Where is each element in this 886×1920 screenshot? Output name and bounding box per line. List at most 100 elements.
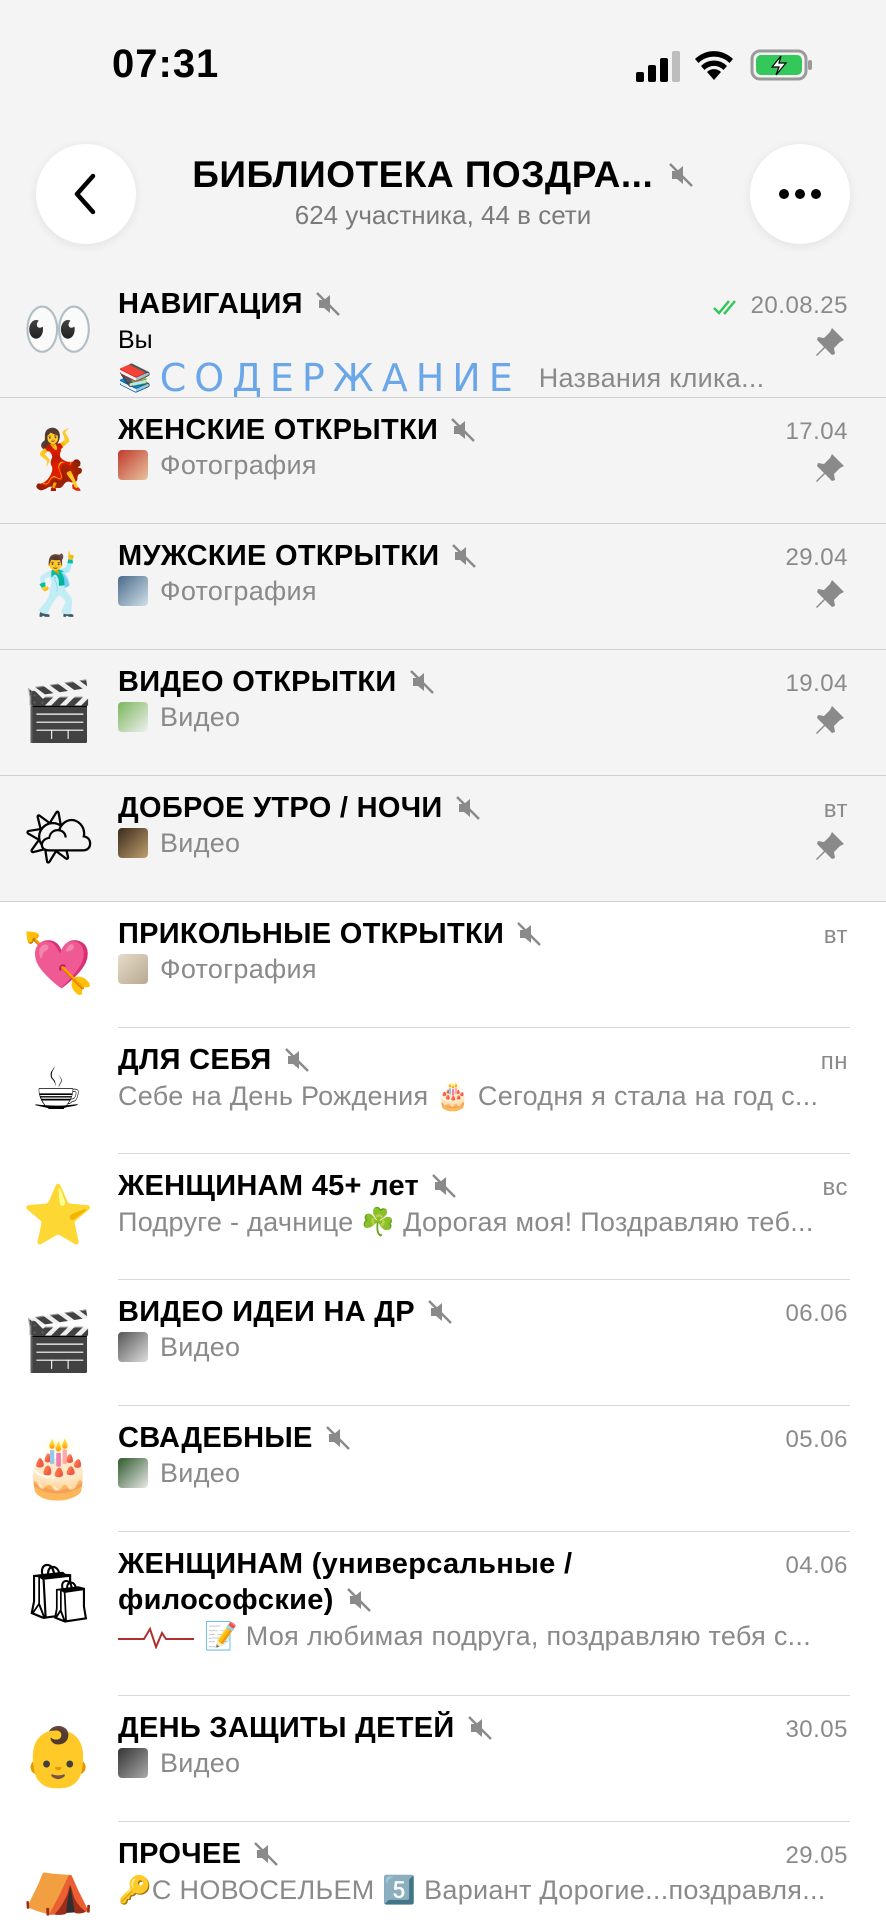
chat-date: 17.04 [785,418,848,445]
photo-thumbnail [118,576,148,606]
chat-date: 29.05 [785,1842,848,1869]
chat-name-text: ЖЕНСКИЕ ОТКРЫТКИ [118,414,439,446]
chat-row-video-cards[interactable]: 🎬 ВИДЕО ОТКРЫТКИ 19.04 Видео [0,650,886,776]
books-emoji: 📚 [118,363,152,393]
chat-header: БИБЛИОТЕКА ПОЗДРА... 624 участника, 44 в… [0,130,886,270]
chat-name-text: ВИДЕО ОТКРЫТКИ [118,666,397,698]
video-thumbnail [118,828,148,858]
avatar: 💘 [22,929,95,997]
chat-name: ВИДЕО ОТКРЫТКИ [118,666,435,699]
avatar: 👀 [22,295,95,363]
video-thumbnail [118,1458,148,1488]
chat-row-funny-cards[interactable]: 💘 ПРИКОЛЬНЫЕ ОТКРЫТКИ вт Фотография [0,902,886,1028]
muted-icon [428,1300,452,1324]
avatar: 🛍 [22,1559,96,1627]
preview-text: Фотография [160,450,317,480]
chat-date-text: 20.08.25 [750,292,848,319]
chat-row-men-cards[interactable]: 🕺 МУЖСКИЕ ОТКРЫТКИ 29.04 Фотография [0,524,886,650]
chat-name-text: ДОБРОЕ УТРО / НОЧИ [118,792,443,824]
ellipsis-icon [779,189,821,199]
contents-word: СОДЕРЖАНИЕ [159,356,521,400]
pin-icon [816,328,844,356]
avatar: 💃 [22,425,95,493]
chat-preview: 🔑С НОВОСЕЛЬЕМ 5️⃣ Вариант Дорогие...позд… [118,1875,826,1905]
chat-row-good-morning[interactable]: 🌤 ДОБРОЕ УТРО / НОЧИ вт Видео [0,776,886,902]
page-title: БИБЛИОТЕКА ПОЗДРА... [192,154,654,195]
double-check-icon [712,299,736,315]
chat-name: ДОБРОЕ УТРО / НОЧИ [118,792,481,825]
chat-date: 04.06 [785,1552,848,1579]
preview-text: Видео [160,828,241,858]
chat-date: вс [822,1174,848,1201]
chat-name: НАВИГАЦИЯ [118,288,341,321]
chat-preview: Видео [118,702,846,733]
preview-text: Фотография [160,576,317,606]
status-time: 07:31 [112,42,220,86]
chat-name-text: ВИДЕО ИДЕИ НА ДР [118,1296,415,1328]
chat-preview: Видео [118,1458,846,1489]
header-title-area[interactable]: БИБЛИОТЕКА ПОЗДРА... 624 участника, 44 в… [150,154,736,231]
chat-name: ДЕНЬ ЗАЩИТЫ ДЕТЕЙ [118,1712,493,1745]
chat-row-childrens-day[interactable]: 👶 ДЕНЬ ЗАЩИТЫ ДЕТЕЙ 30.05 Видео [0,1696,886,1822]
chat-date: 06.06 [785,1300,848,1327]
preview-text: Видео [160,1332,241,1362]
chat-name-line2: философские) [118,1584,372,1617]
chat-list: 👀 НАВИГАЦИЯ 20.08.25 Вы 📚 СОДЕРЖАНИЕ Назв… [0,270,886,1918]
member-count: 624 участника, 44 в сети [294,200,592,230]
chat-name: МУЖСКИЕ ОТКРЫТКИ [118,540,477,573]
chat-name-line1: ЖЕНЩИНАМ (универсальные / [118,1548,573,1580]
cellular-signal-icon [636,51,680,82]
chat-row-women-universal[interactable]: 🛍 ЖЕНЩИНАМ (универсальные / философские)… [0,1532,886,1696]
video-thumbnail [118,1332,148,1362]
chat-row-video-birthday-ideas[interactable]: 🎬 ВИДЕО ИДЕИ НА ДР 06.06 Видео [0,1280,886,1406]
chat-preview: Фотография [118,450,846,481]
back-button[interactable] [36,144,136,244]
chat-date: 05.06 [785,1426,848,1453]
chat-row-women-cards[interactable]: 💃 ЖЕНСКИЕ ОТКРЫТКИ 17.04 Фотография [0,398,886,524]
chat-row-women-45[interactable]: ⭐ ЖЕНЩИНАМ 45+ лет вс Подруге - дачнице … [0,1154,886,1280]
chat-name: ЖЕНЩИНАМ 45+ лет [118,1170,457,1203]
preview-text: Фотография [160,954,317,984]
chat-name: ПРИКОЛЬНЫЕ ОТКРЫТКИ [118,918,542,951]
chat-preview: 📚 СОДЕРЖАНИЕ Названия клика... [118,356,846,400]
chat-name: ЖЕНСКИЕ ОТКРЫТКИ [118,414,476,447]
chat-date: 29.04 [785,544,848,571]
avatar: 🌤 [22,803,96,871]
photo-thumbnail [118,450,148,480]
chat-row-wedding[interactable]: 🎂 СВАДЕБНЫЕ 05.06 Видео [0,1406,886,1532]
avatar: 🎬 [22,677,95,745]
muted-icon [284,1048,309,1072]
avatar: 🎬 [22,1307,95,1375]
preview-text: Видео [160,1748,241,1778]
muted-icon [346,1588,371,1612]
video-thumbnail [118,702,148,732]
chat-preview: Себе на День Рождения 🎂 Сегодня я стала … [118,1081,819,1111]
preview-text: Видео [160,702,241,732]
chat-row-navigation[interactable]: 👀 НАВИГАЦИЯ 20.08.25 Вы 📚 СОДЕРЖАНИЕ Назв… [0,270,886,400]
muted-icon [325,1426,350,1450]
chat-name-text: НАВИГАЦИЯ [118,288,303,320]
chat-name-text: философские) [118,1584,334,1616]
preview-text: 📝 Моя любимая подруга, поздравляю тебя с… [204,1621,812,1651]
chat-name: СВАДЕБНЫЕ [118,1422,351,1455]
more-options-button[interactable] [750,144,850,244]
chat-name-text: ДЕНЬ ЗАЩИТЫ ДЕТЕЙ [118,1712,455,1744]
avatar: ⛺ [22,1849,95,1917]
chat-name: ПРОЧЕЕ [118,1838,279,1871]
chat-preview: Видео [118,828,846,859]
chat-date: 20.08.25 [712,292,848,320]
avatar: 🎂 [22,1433,95,1501]
chat-row-for-myself[interactable]: ☕ ДЛЯ СЕБЯ пн Себе на День Рождения 🎂 Се… [0,1028,886,1154]
chat-name: ВИДЕО ИДЕИ НА ДР [118,1296,453,1329]
wifi-icon [695,51,733,80]
chat-date: вт [823,796,848,823]
chat-name-text: МУЖСКИЕ ОТКРЫТКИ [118,540,440,572]
chat-preview: Видео [118,1332,846,1363]
chat-preview: Фотография [118,954,846,985]
muted-icon [315,292,340,316]
muted-icon [452,544,477,568]
muted-icon [254,1842,279,1866]
avatar: 👶 [22,1723,95,1791]
chat-row-other[interactable]: ⛺ ПРОЧЕЕ 29.05 🔑С НОВОСЕЛЬЕМ 5️⃣ Вариант… [0,1822,886,1918]
chat-preview: 📝 Моя любимая подруга, поздравляю тебя с… [118,1620,846,1652]
